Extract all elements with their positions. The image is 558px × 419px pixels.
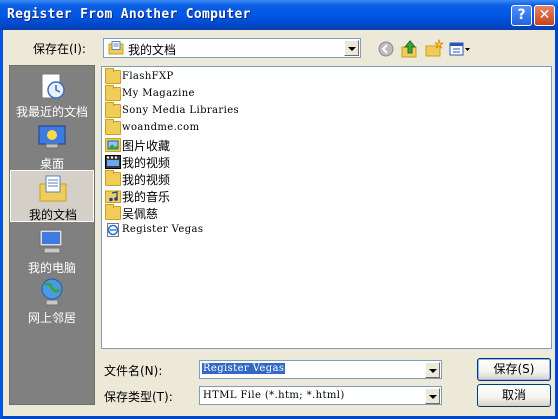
file-name: 图片收藏 [122,139,171,153]
music-folder-icon [105,189,121,203]
place-desktop[interactable]: 桌面 [10,120,94,172]
file-name: My Magazine [122,88,195,99]
pictures-folder-icon [105,138,121,152]
recent-documents-icon [36,70,68,102]
filetype-dropdown[interactable]: HTML File (*.htm; *.html) [199,386,442,405]
help-button[interactable]: ? [511,5,532,26]
save-dialog: Register From Another Computer ? ✕ 保存在(I… [0,0,558,419]
back-icon[interactable] [376,39,396,59]
cancel-button[interactable]: 取消 [477,384,551,407]
folder-icon [105,68,121,84]
chevron-down-icon[interactable] [425,362,440,378]
place-recent-documents[interactable]: 我最近的文档 [10,68,94,120]
place-network[interactable]: 网上邻居 [10,274,94,326]
chevron-down-icon[interactable] [344,40,359,56]
folder-icon [105,102,121,118]
file-name: 我的音乐 [122,190,171,204]
window-title: Register From Another Computer [7,7,251,22]
file-name: woandme.com [122,122,200,133]
views-menu-icon[interactable] [448,39,472,59]
file-name: 我的视频 [122,173,171,187]
file-list[interactable]: FlashFXP My Magazine Sony Media Librarie… [101,66,552,349]
file-name: 吴佩慈 [122,207,159,221]
place-label: 网上邻居 [27,311,76,325]
file-name: Sony Media Libraries [122,105,240,116]
html-file-icon [105,223,121,237]
folder-icon [105,170,121,186]
my-documents-icon [37,173,69,205]
filetype-label: 保存类型(T): [104,390,173,404]
folder-icon [105,119,121,135]
file-name: Register Vegas [122,224,204,235]
place-label: 我最近的文档 [15,105,88,119]
up-folder-icon[interactable] [400,39,420,59]
filename-label: 文件名(N): [104,364,163,378]
filename-field[interactable]: Register Vegas [199,360,442,379]
save-button[interactable]: 保存(S) [477,358,551,381]
filename-value: Register Vegas [202,363,286,374]
folder-icon [105,85,121,101]
filetype-value: HTML File (*.htm; *.html) [203,390,345,401]
places-bar: 我最近的文档 桌面 我的文档 我的电脑 网上邻居 [9,65,95,405]
network-places-icon [36,276,68,308]
new-folder-icon[interactable] [424,39,444,59]
desktop-icon [36,122,68,154]
folder-icon [105,204,121,220]
file-name: FlashFXP [122,71,174,82]
video-folder-icon [105,155,121,169]
save-in-value: 我的文档 [128,43,177,57]
close-button[interactable]: ✕ [534,5,555,26]
documents-folder-icon [108,41,124,58]
save-in-label: 保存在(I): [33,42,86,56]
place-my-computer[interactable]: 我的电脑 [10,224,94,276]
chevron-down-icon[interactable] [425,388,440,404]
place-my-documents[interactable]: 我的文档 [10,170,94,222]
my-computer-icon [36,226,68,258]
title-bar[interactable]: Register From Another Computer ? ✕ [0,0,558,30]
file-name: 我的视频 [122,156,171,170]
place-label: 我的文档 [28,208,77,222]
save-in-dropdown[interactable]: 我的文档 [103,38,361,58]
